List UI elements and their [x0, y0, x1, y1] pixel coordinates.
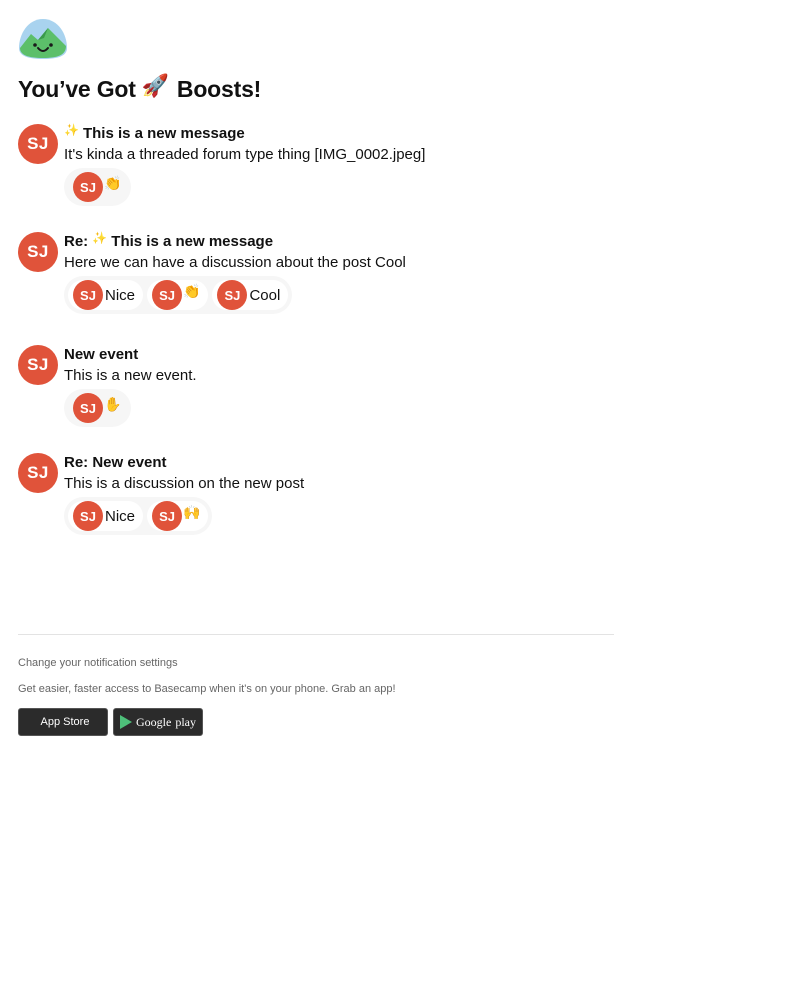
boost[interactable]: SJ 🙌	[147, 501, 209, 531]
notification-body: Re: New event This is a discussion on the…	[64, 453, 624, 535]
avatar: SJ	[18, 345, 58, 385]
boosts-list: SJ ✋	[64, 389, 132, 427]
boost-avatar: SJ	[73, 501, 103, 531]
boost[interactable]: SJ 👏	[68, 172, 127, 202]
notification-excerpt: Here we can have a discussion about the …	[64, 254, 406, 271]
notification-excerpt: It's kinda a threaded forum type thing […	[64, 146, 426, 163]
page-title: You’ve Got 🚀 Boosts!	[18, 73, 614, 104]
boost-text: Nice	[105, 507, 136, 525]
notification-excerpt: This is a discussion on the new post	[64, 475, 305, 492]
google-play-label-a: Google	[136, 714, 172, 729]
boost-emoji-icon: 👏	[104, 174, 122, 191]
email-footer: Change your notification settings Get ea…	[18, 634, 614, 736]
title-text-before: You’ve Got	[18, 76, 136, 102]
divider	[18, 634, 614, 635]
sparkles-icon: ✨	[64, 123, 79, 137]
boost-avatar: SJ	[217, 280, 248, 310]
subject-text: New event	[64, 346, 139, 363]
basecamp-logo-icon	[19, 19, 67, 59]
title-text-after: Boosts!	[176, 76, 262, 102]
boosts-list: SJ 👏	[64, 168, 132, 206]
subject-prefix: Re:	[64, 454, 89, 471]
subject-prefix: Re:	[64, 233, 89, 250]
boost-emoji-icon: 👏	[183, 282, 201, 299]
boost-emoji-icon: 🙌	[183, 503, 201, 520]
avatar: SJ	[18, 124, 58, 164]
notification-body: Re: ✨ This is a new message Here we can ha…	[64, 231, 624, 314]
notification-body: New event This is a new event. SJ ✋	[64, 345, 624, 427]
app-promo-text: Get easier, faster access to Basecamp wh…	[18, 683, 396, 695]
email-header: You’ve Got 🚀 Boosts!	[18, 18, 614, 104]
boost[interactable]: SJ Nice	[68, 280, 144, 310]
google-play-button[interactable]: Google play	[113, 708, 203, 736]
boost-avatar: SJ	[73, 280, 103, 310]
boost[interactable]: SJ 👏	[147, 280, 209, 310]
avatar: SJ	[18, 232, 58, 272]
boost-emoji-icon: ✋	[104, 395, 122, 412]
boosts-list: SJ Nice SJ 🙌	[64, 497, 213, 535]
boost-avatar: SJ	[152, 501, 183, 531]
app-store-button[interactable]: App Store	[18, 708, 108, 736]
notification-settings-link[interactable]: Change your notification settings	[18, 657, 614, 669]
google-play-label-b: play	[175, 714, 196, 729]
boost-text: Cool	[249, 286, 281, 304]
rocket-icon: 🚀	[141, 73, 169, 98]
notification-excerpt: This is a new event.	[64, 367, 197, 384]
boost[interactable]: SJ Cool	[212, 280, 289, 310]
notification-subject[interactable]: ✨ This is a new message	[64, 123, 624, 144]
notification-body: ✨ This is a new message It's kinda a threa…	[64, 123, 624, 206]
app-store-label: App Store	[40, 716, 90, 728]
notification-subject[interactable]: New event	[64, 345, 624, 365]
boost-text: Nice	[105, 286, 136, 304]
subject-text: New event	[92, 454, 167, 471]
boosts-list: SJ Nice SJ 👏 SJ Cool	[64, 276, 293, 314]
boost-avatar: SJ	[152, 280, 183, 310]
boost[interactable]: SJ Nice	[68, 501, 144, 531]
subject-text: This is a new message	[82, 125, 245, 142]
subject-text: This is a new message	[111, 233, 274, 250]
google-play-icon	[120, 715, 132, 729]
avatar: SJ	[18, 453, 58, 493]
boost-avatar: SJ	[73, 172, 103, 202]
notification-subject[interactable]: Re: ✨ This is a new message	[64, 231, 624, 252]
boost[interactable]: SJ ✋	[68, 393, 127, 423]
sparkles-icon: ✨	[92, 231, 108, 245]
boost-avatar: SJ	[73, 393, 103, 423]
notification-subject[interactable]: Re: New event	[64, 453, 624, 473]
